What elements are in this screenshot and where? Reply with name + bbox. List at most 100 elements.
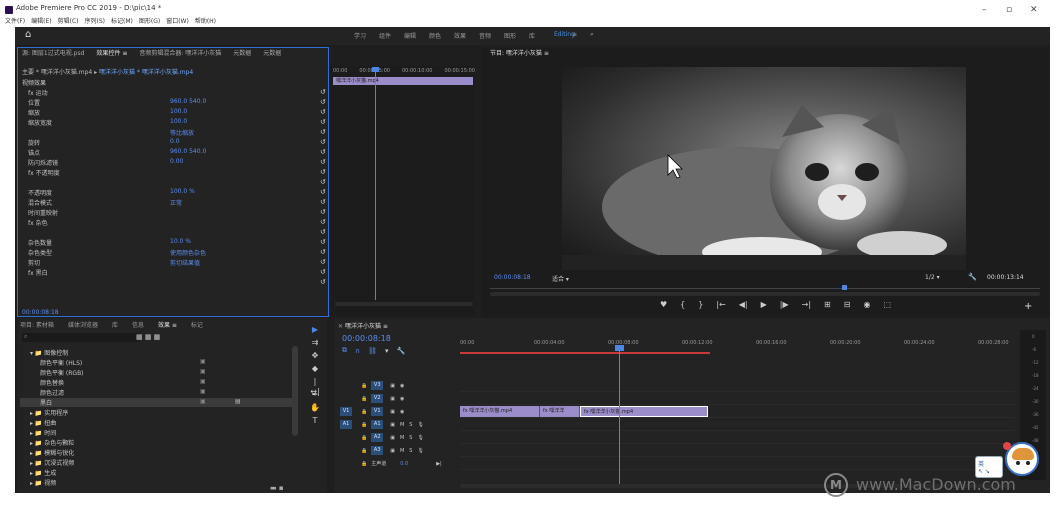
timeline-clip[interactable]: fx 嘿洋洋小灰猫.mp4 (580, 406, 708, 417)
ripple-edit-tool-icon[interactable]: ✥ (310, 351, 320, 361)
track-header[interactable]: A1 🔒 A1 ▣ M S 🎙 (340, 419, 458, 430)
effect-tree-item[interactable]: ▸ 📁 沉浸式视频 (20, 458, 298, 467)
workspace-tab[interactable]: 颜色 (429, 31, 441, 40)
lock-icon[interactable]: 🔒 (361, 461, 367, 467)
workspace-tab[interactable]: 图形 (504, 31, 516, 40)
property-value[interactable]: 等比缩放 (170, 128, 194, 137)
transport-button-icon[interactable]: ◀| (739, 300, 748, 309)
minimize-icon[interactable]: – (982, 5, 987, 15)
track-lane[interactable] (460, 430, 1015, 431)
reset-icon[interactable]: ↺ (320, 258, 326, 266)
reset-icon[interactable]: ↺ (320, 188, 326, 196)
snap-icon[interactable]: ∩ (355, 347, 360, 355)
reset-icon[interactable]: ↺ (320, 88, 326, 96)
reset-icon[interactable]: ↺ (320, 208, 326, 216)
transport-button-icon[interactable]: ▶ (761, 300, 767, 309)
effect-controls-tab[interactable]: 音频剪辑混合器: 嘿洋洋小灰猫 (139, 48, 221, 57)
reset-icon[interactable]: ↺ (320, 168, 326, 176)
reset-icon[interactable]: ↺ (320, 218, 326, 226)
property-value[interactable]: 正常 (170, 198, 182, 207)
workspace-tab[interactable]: ≡ (572, 31, 577, 38)
solo-button[interactable]: S (409, 435, 412, 441)
menu-item[interactable]: 剪辑(C) (58, 16, 79, 25)
transport-button-icon[interactable]: |← (716, 300, 725, 309)
lock-icon[interactable]: 🔒 (361, 396, 367, 402)
reset-icon[interactable]: ↺ (320, 108, 326, 116)
maximize-icon[interactable]: ▫ (1006, 5, 1012, 15)
track-lane[interactable] (460, 391, 1015, 392)
sync-lock-icon[interactable]: ▣ (390, 409, 395, 415)
effect-tree-item[interactable]: ▸ 📁 生成 (20, 468, 298, 477)
effect-controls-tab[interactable]: 元数据 (263, 48, 281, 57)
effect-property-row[interactable]: ↺ (20, 278, 326, 288)
program-video-frame[interactable] (562, 67, 966, 270)
timeline-playhead[interactable] (619, 346, 620, 486)
menu-item[interactable]: 序列(S) (85, 16, 106, 25)
master-volume[interactable]: 0.0 (400, 461, 408, 467)
eye-icon[interactable]: ◉ (400, 396, 404, 402)
effect-property-row[interactable]: ↺ (20, 178, 326, 188)
track-name[interactable]: A2 (371, 433, 384, 442)
effect-property-row[interactable]: 锚点 960.0 540.0 ↺ (20, 148, 326, 158)
effect-tree-item[interactable]: 颜色平衡 (HLS) ▣ (20, 358, 298, 367)
effect-tree-item[interactable]: ▸ 📁 模糊与锐化 (20, 448, 298, 457)
property-value[interactable]: 100.0 % (170, 188, 195, 195)
effect-tree-item[interactable]: 颜色过滤 ▣ (20, 388, 298, 397)
track-name[interactable]: A3 (371, 446, 384, 455)
workspace-tab[interactable]: 编辑 (404, 31, 416, 40)
eye-icon[interactable]: ◉ (400, 409, 404, 415)
property-value[interactable]: 剪切结果值 (170, 258, 200, 267)
solo-button[interactable]: S (409, 448, 412, 454)
effect-tree-item[interactable]: ▸ 📁 视频 (20, 478, 298, 487)
effect-property-row[interactable]: 旋转 0.0 ↺ (20, 138, 326, 148)
lock-icon[interactable]: 🔒 (361, 435, 367, 441)
effects-panel-tab[interactable]: 项目: 素材箱 (20, 320, 54, 329)
program-scrub-bar[interactable] (490, 285, 1040, 291)
sync-lock-icon[interactable]: ▣ (390, 448, 395, 454)
effect-property-row[interactable]: 剪切 剪切结果值 ↺ (20, 258, 326, 268)
track-header[interactable]: V1 🔒 V1 ▣ ◉ (340, 406, 458, 417)
effects-panel-tab[interactable]: 效果 ≡ (158, 320, 177, 329)
menu-item[interactable]: 图形(G) (139, 16, 160, 25)
effect-tree-item[interactable]: ▸ 📁 杂色与颗粒 (20, 438, 298, 447)
mute-button[interactable]: M (400, 448, 404, 454)
mic-icon[interactable]: 🎙 (417, 448, 423, 454)
razor-tool-icon[interactable]: ◆ (310, 364, 320, 374)
reset-icon[interactable]: ↺ (320, 248, 326, 256)
effect-controls-timecode[interactable]: 00:00:08:18 (22, 309, 59, 316)
new-folder-icon[interactable]: ▬ ▪ (270, 484, 284, 492)
master-clip-label[interactable]: 主要 * 嘿洋洋小灰猫.mp4 (22, 69, 92, 76)
effects-panel-tab[interactable]: 媒体浏览器 (68, 320, 98, 329)
track-select-tool-icon[interactable]: ⇉ (310, 338, 320, 348)
property-value[interactable]: 100.0 (170, 108, 187, 115)
transport-button-icon[interactable]: } (698, 300, 703, 309)
source-patch-button[interactable]: A1 (340, 420, 352, 429)
track-lane[interactable] (460, 417, 1015, 418)
transport-button-icon[interactable]: ◉ (863, 300, 870, 309)
menu-item[interactable]: 标记(M) (111, 16, 133, 25)
effect-controls-playhead[interactable] (375, 70, 376, 300)
program-zoom-scrollbar[interactable] (490, 292, 1040, 296)
reset-icon[interactable]: ↺ (320, 158, 326, 166)
settings-wrench-icon[interactable]: 🔧 (397, 347, 406, 355)
reset-icon[interactable]: ↺ (320, 228, 326, 236)
effect-tree-item[interactable]: ▸ 📁 扭曲 (20, 418, 298, 427)
go-to-end-icon[interactable]: ▶| (436, 461, 442, 467)
effect-tree-item[interactable]: 颜色平衡 (RGB) ▣ (20, 368, 298, 377)
timeline-ruler[interactable]: 00:00 00:00:04:00 00:00:08:00 00:00:12:00 00… (460, 336, 1020, 352)
track-name[interactable]: 主声道 (371, 460, 386, 467)
property-value[interactable]: 100.0 (170, 118, 187, 125)
workspace-tab[interactable]: » (590, 31, 594, 38)
program-monitor-tab[interactable]: 节目: 嘿洋洋小灰猫 ≡ (490, 48, 549, 57)
transport-button-icon[interactable]: ♥ (660, 300, 667, 309)
effects-panel-tab[interactable]: 库 (112, 320, 118, 329)
property-value[interactable]: 0.0 (170, 138, 180, 145)
mute-button[interactable]: M (400, 435, 404, 441)
reset-icon[interactable]: ↺ (320, 128, 326, 136)
reset-icon[interactable]: ↺ (320, 268, 326, 276)
effect-controls-playhead-handle[interactable] (372, 67, 379, 72)
workspace-tab[interactable]: 学习 (354, 31, 366, 40)
timeline-clip[interactable]: fx 嘿洋洋 (540, 406, 580, 417)
type-tool-icon[interactable]: T (310, 416, 320, 426)
source-patch-button[interactable]: V1 (340, 407, 352, 416)
